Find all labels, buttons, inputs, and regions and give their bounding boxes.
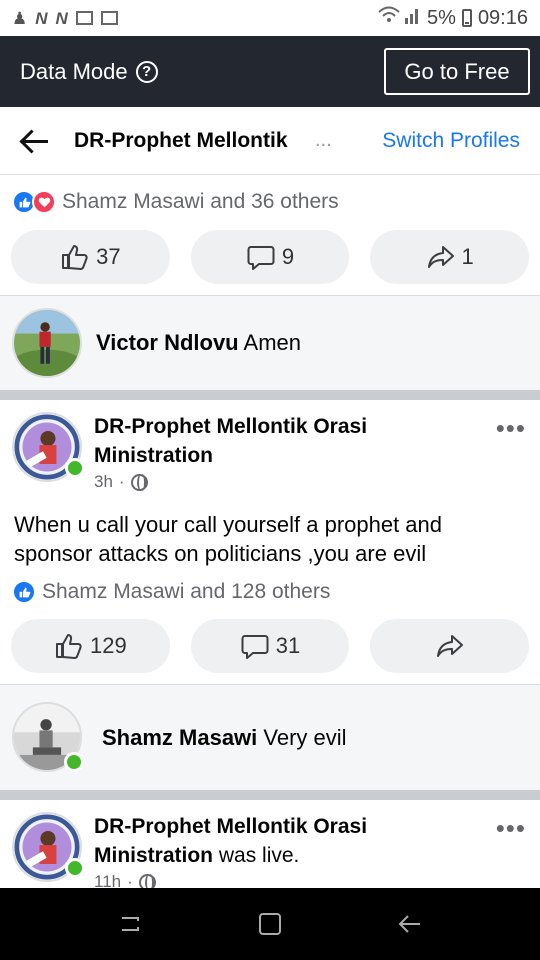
- notification-n-icon: N: [55, 8, 68, 28]
- post-activity: was live.: [218, 844, 300, 867]
- recents-icon[interactable]: [116, 910, 144, 938]
- status-system: 5% 09:16: [377, 4, 528, 32]
- thumbs-up-icon: [55, 634, 82, 659]
- comment[interactable]: Victor Ndlovu Amen: [0, 296, 540, 390]
- meta-separator: ·: [118, 472, 125, 491]
- comment-button[interactable]: 9: [190, 230, 350, 284]
- switch-profiles-link[interactable]: Switch Profiles: [382, 129, 520, 153]
- author-avatar-wrapper[interactable]: [12, 412, 85, 484]
- more-options-icon[interactable]: •••: [496, 415, 526, 441]
- reaction-summary[interactable]: Shamz Masawi and 128 others: [12, 580, 330, 604]
- post-actions: 129 31: [11, 619, 530, 673]
- comment-author[interactable]: Shamz Masawi: [102, 725, 257, 750]
- page-title: DR-Prophet Mellontik: [74, 128, 288, 152]
- comment-body: Victor Ndlovu Amen: [96, 330, 301, 356]
- comment[interactable]: Shamz Masawi Very evil: [0, 685, 540, 790]
- online-status-dot: [65, 458, 85, 478]
- comment-button[interactable]: 31: [190, 619, 350, 673]
- post-actions: 37 9 1: [11, 230, 530, 284]
- wifi-signal-icon: [377, 4, 421, 32]
- post-author-line: DR-Prophet Mellontik Orasi Ministration …: [94, 812, 424, 870]
- love-reaction-icon: [32, 190, 56, 214]
- share-count: 1: [461, 244, 474, 269]
- post-author-block: DR-Prophet Mellontik Orasi Ministration …: [94, 412, 424, 492]
- reaction-summary[interactable]: Shamz Masawi and 36 others: [12, 190, 339, 214]
- data-mode-label: Data Mode: [20, 58, 128, 84]
- title-ellipsis: ...: [315, 129, 332, 151]
- comment-icon: [247, 246, 275, 270]
- notification-n-icon: N: [35, 8, 48, 28]
- reaction-names: Shamz Masawi and 36 others: [62, 190, 339, 213]
- go-to-free-button[interactable]: Go to Free: [384, 48, 530, 95]
- comment-count: 9: [281, 244, 295, 269]
- post-time[interactable]: 3h: [94, 472, 113, 492]
- post-author-name[interactable]: DR-Prophet Mellontik Orasi Ministration: [94, 412, 424, 470]
- comment-icon: [241, 635, 269, 659]
- share-button[interactable]: [370, 619, 530, 673]
- thumbs-up-icon: [62, 245, 88, 270]
- comment-text: Amen: [243, 330, 302, 355]
- like-reaction-icon: [12, 580, 36, 604]
- post-meta: 3h ·: [94, 472, 424, 492]
- share-icon: [436, 635, 463, 657]
- gmail-icon: [75, 11, 93, 25]
- post-body: When u call your call yourself a prophet…: [14, 512, 443, 566]
- back-icon[interactable]: [396, 910, 424, 938]
- data-mode-bar: Data Mode ? Go to Free: [0, 36, 540, 107]
- post-author-block: DR-Prophet Mellontik Orasi Ministration …: [94, 812, 424, 892]
- online-status-dot: [64, 751, 84, 772]
- comment-author[interactable]: Victor Ndlovu: [96, 330, 239, 355]
- image-icon: [100, 11, 118, 25]
- share-button[interactable]: 1: [370, 230, 530, 284]
- clock: 09:16: [477, 6, 528, 29]
- status-notifications: ♟ N N: [12, 10, 118, 27]
- commenter-avatar-wrapper[interactable]: [12, 701, 84, 774]
- share-icon: [427, 246, 454, 268]
- section-divider: [0, 790, 540, 800]
- post-header: DR-Prophet Mellontik Orasi Ministration …: [0, 412, 540, 492]
- avatar[interactable]: [12, 308, 82, 378]
- battery-icon: [461, 9, 472, 27]
- person-icon: ♟: [12, 8, 28, 28]
- more-options-icon[interactable]: •••: [496, 815, 526, 841]
- help-icon[interactable]: ?: [135, 60, 158, 83]
- section-divider: [0, 390, 540, 400]
- system-nav-bar: [0, 888, 540, 960]
- comment-body: Shamz Masawi Very evil: [102, 725, 347, 751]
- comment-count: 31: [275, 633, 301, 658]
- globe-icon: [130, 473, 148, 491]
- like-count: 129: [89, 633, 127, 658]
- author-avatar-wrapper[interactable]: [12, 812, 85, 884]
- status-bar: ♟ N N 5% 09:16: [0, 0, 540, 36]
- like-button[interactable]: 37: [11, 230, 170, 284]
- online-status-dot: [65, 858, 85, 878]
- like-button[interactable]: 129: [11, 619, 170, 673]
- post-header: DR-Prophet Mellontik Orasi Ministration …: [0, 812, 540, 892]
- comment-text: Very evil: [263, 724, 347, 750]
- home-icon[interactable]: [256, 910, 284, 938]
- back-arrow-icon[interactable]: [20, 129, 50, 153]
- battery-percent: 5%: [427, 6, 456, 29]
- page-header: DR-Prophet Mellontik ... Switch Profiles: [0, 107, 540, 175]
- reaction-names: Shamz Masawi and 128 others: [42, 580, 331, 603]
- like-count: 37: [96, 244, 121, 269]
